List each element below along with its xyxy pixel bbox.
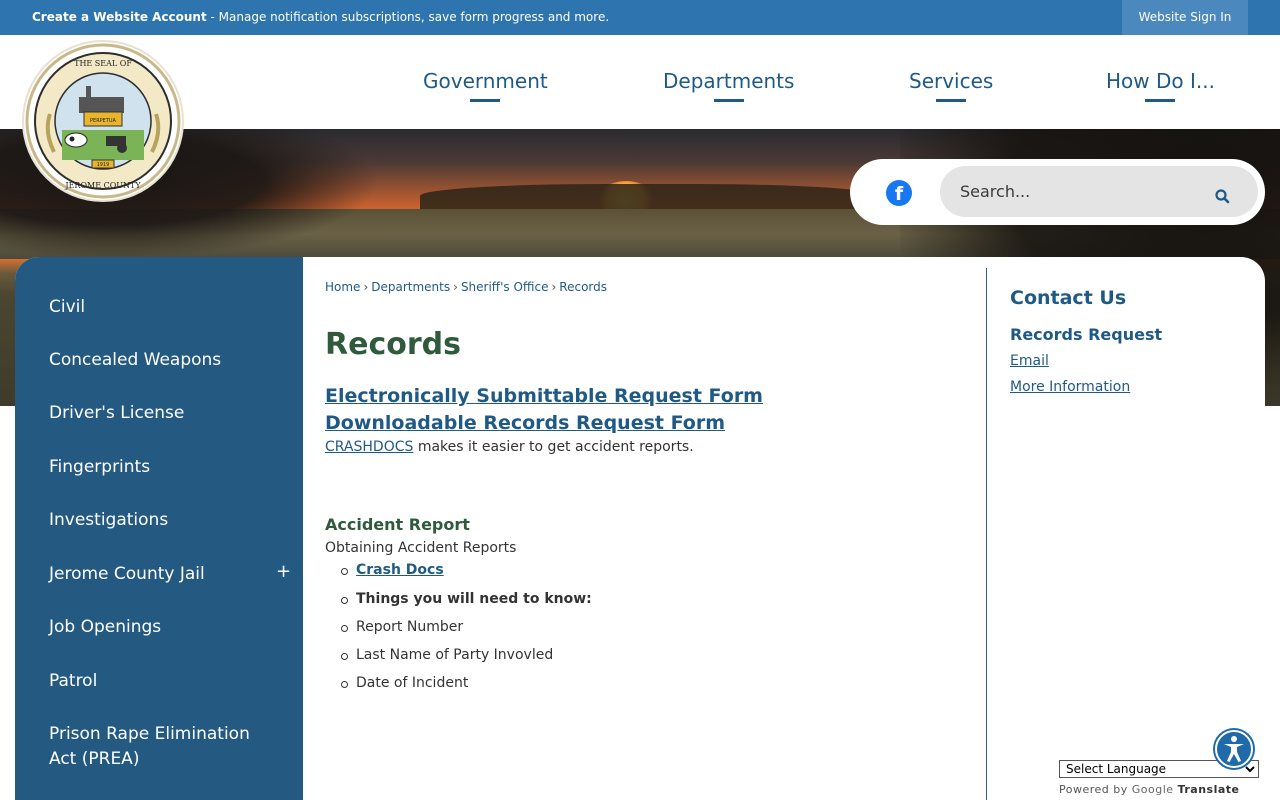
search-icon[interactable] [1214, 188, 1232, 206]
seal-year: 1919 [97, 162, 110, 168]
nav-departments[interactable]: Departments [663, 69, 794, 102]
accident-report-subtext: Obtaining Accident Reports [325, 540, 517, 556]
seal-motto: PERPETUA [90, 118, 117, 124]
create-account-description: - Manage notification subscriptions, sav… [206, 10, 610, 24]
crashdocs-text: makes it easier to get accident reports. [413, 439, 694, 455]
sidebar-item-prea[interactable]: Prison Rape Elimination Act (PREA) [49, 722, 269, 772]
sidebar-item-jerome-county-jail[interactable]: Jerome County Jail [49, 562, 205, 587]
content-divider [986, 268, 987, 800]
contact-us-heading: Contact Us [1010, 287, 1127, 309]
nav-underline [936, 99, 967, 102]
seal-bottom-text: JEROME COUNTY [64, 181, 141, 190]
header: Government Departments Services How Do I… [0, 35, 1280, 129]
nav-services-label[interactable]: Services [909, 69, 993, 93]
powered-by-google-translate: Powered by Google Translate [1059, 783, 1240, 796]
translate-label: Translate [1177, 783, 1240, 796]
breadcrumb-departments[interactable]: Departments [371, 280, 450, 294]
list-item: Report Number [340, 619, 464, 635]
search-input[interactable] [940, 166, 1258, 217]
seal-graphic: THE SEAL OF JEROME COUNTY PERPETUA 1919 [25, 43, 181, 199]
top-bar: Create a Website Account - Manage notifi… [0, 0, 1280, 35]
powered-by-label: Powered by [1059, 783, 1128, 796]
create-account-label[interactable]: Create a Website Account [32, 10, 207, 24]
nav-how-do-i-label[interactable]: How Do I... [1106, 69, 1215, 93]
sidebar-item-concealed-weapons[interactable]: Concealed Weapons [49, 348, 221, 373]
nav-services[interactable]: Services [909, 69, 993, 102]
breadcrumb-separator: › [363, 280, 369, 294]
create-account-link[interactable]: Create a Website Account - Manage notifi… [32, 10, 609, 24]
nav-how-do-i[interactable]: How Do I... [1106, 69, 1215, 102]
sidebar-item-patrol[interactable]: Patrol [49, 669, 97, 694]
more-information-link[interactable]: More Information [1010, 379, 1130, 395]
nav-government-label[interactable]: Government [423, 69, 548, 93]
breadcrumb-home[interactable]: Home [325, 280, 360, 294]
nav-underline [470, 99, 501, 102]
sidebar-item-civil[interactable]: Civil [49, 295, 85, 320]
crashdocs-description: CRASHDOCS makes it easier to get acciden… [325, 439, 694, 455]
breadcrumb: Home › Departments › Sheriff's Office › Record… [325, 280, 607, 294]
expand-jail-submenu-button[interactable]: + [276, 561, 291, 582]
accessibility-figure [1215, 730, 1253, 768]
list-item: Things you will need to know: [341, 591, 592, 607]
accident-report-heading: Accident Report [325, 515, 470, 534]
facebook-icon[interactable]: f [886, 180, 912, 206]
breadcrumb-separator: › [453, 280, 458, 294]
email-link[interactable]: Email [1010, 353, 1049, 369]
website-sign-in-button[interactable]: Website Sign In [1122, 0, 1248, 35]
nav-underline [713, 99, 744, 102]
sidebar-item-investigations[interactable]: Investigations [49, 508, 168, 533]
sidebar-item-job-openings[interactable]: Job Openings [49, 615, 161, 640]
nav-government[interactable]: Government [423, 69, 548, 102]
breadcrumb-separator: › [551, 280, 557, 294]
electronic-request-form-link[interactable]: Electronically Submittable Request Form [325, 385, 763, 407]
breadcrumb-records[interactable]: Records [559, 280, 607, 294]
list-item: Last Name of Party Invovled [340, 647, 554, 663]
nav-departments-label[interactable]: Departments [663, 69, 794, 93]
records-request-heading: Records Request [1010, 325, 1163, 344]
county-seal-logo[interactable]: THE SEAL OF JEROME COUNTY PERPETUA 1919 [24, 42, 182, 200]
sidebar-item-drivers-license[interactable]: Driver's License [49, 401, 184, 426]
seal-top-text: THE SEAL OF [74, 59, 132, 68]
nav-underline [1145, 99, 1176, 102]
accessibility-icon[interactable] [1213, 728, 1255, 770]
crashdocs-link[interactable]: CRASHDOCS [325, 439, 413, 455]
sidebar-item-fingerprints[interactable]: Fingerprints [49, 455, 150, 480]
google-logo: Google [1131, 783, 1174, 796]
page-title: Records [325, 327, 461, 362]
downloadable-request-form-link[interactable]: Downloadable Records Request Form [325, 412, 725, 434]
breadcrumb-sheriffs-office[interactable]: Sheriff's Office [461, 280, 549, 294]
crash-docs-link[interactable]: Crash Docs [341, 562, 444, 578]
list-item: Date of Incident [340, 675, 469, 691]
